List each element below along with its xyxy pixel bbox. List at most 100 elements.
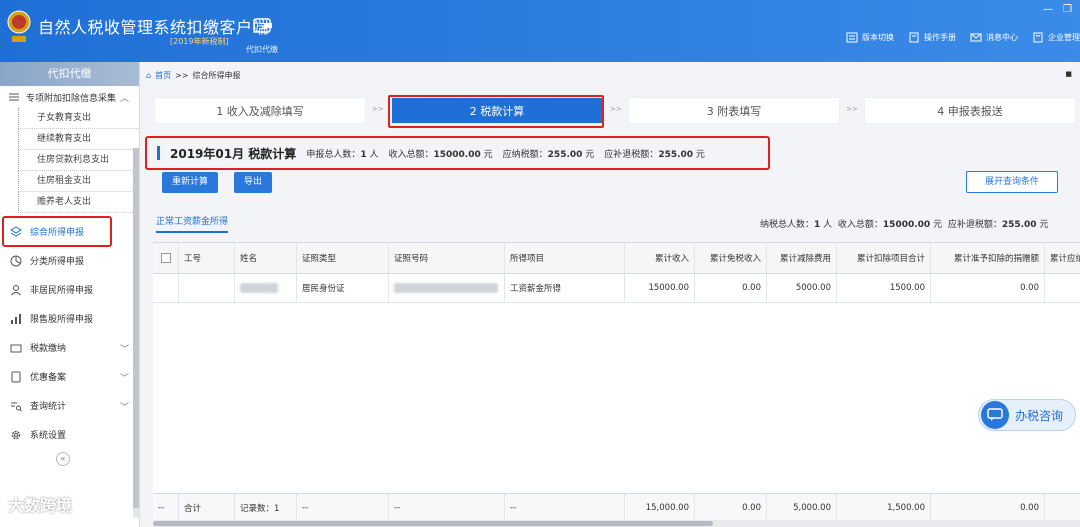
step-income-entry[interactable]: 1 收入及减除填写 bbox=[154, 97, 366, 124]
col-id-number[interactable]: 证照号码 bbox=[389, 243, 505, 273]
cell-cum-income: 15000.00 bbox=[625, 274, 695, 302]
tax-summary: 2019年01月 税款计算 申报总人数：1 人 收入总额：15000.00 元 … bbox=[145, 136, 770, 170]
user-icon bbox=[11, 284, 21, 295]
version-switch-link[interactable]: 版本切换 bbox=[846, 32, 894, 43]
table-footer: -- 合计 记录数：1 -- -- -- 15,000.00 0.00 5,00… bbox=[153, 493, 1080, 520]
module-label: 代扣代缴 bbox=[246, 45, 278, 54]
table-header: 工号 姓名 证照类型 证照号码 所得项目 累计收入 累计免税收入 累计减除费用 … bbox=[153, 243, 1080, 274]
sidebar-subitem-housing-loan[interactable]: 住房贷款利息支出 bbox=[18, 150, 139, 171]
sidebar-scrollbar[interactable] bbox=[133, 148, 139, 518]
pie-icon bbox=[10, 255, 22, 266]
sidebar-item-nonresident-income[interactable]: 非居民所得申报 bbox=[0, 275, 139, 304]
header-nav: 版本切换 操作手册 消息中心 企业管理 bbox=[846, 32, 1080, 43]
table-summary: 纳税总人数：1 人 收入总额：15000.00 元 应补退税额：255.00 元 bbox=[760, 220, 1049, 230]
search-list-icon bbox=[11, 402, 22, 411]
col-cum-income[interactable]: 累计收入 bbox=[625, 243, 695, 273]
accent-bar bbox=[157, 146, 160, 160]
home-icon: ⌂ bbox=[146, 70, 152, 80]
expand-filter-button[interactable]: 展开查询条件 bbox=[966, 171, 1059, 193]
sidebar-subitem-children-education[interactable]: 子女教育支出 bbox=[18, 108, 139, 129]
chevron-down-icon: ﹀ bbox=[119, 345, 129, 355]
collapse-sidebar-icon[interactable]: « bbox=[56, 452, 70, 466]
id-number-redacted bbox=[389, 274, 505, 302]
cell-cum-exempt: 0.00 bbox=[695, 274, 767, 302]
table-horizontal-scrollbar[interactable] bbox=[153, 520, 1080, 527]
tax-emblem-icon bbox=[7, 10, 31, 42]
cell-id-type: 居民身份证 bbox=[297, 274, 389, 302]
col-name[interactable]: 姓名 bbox=[235, 243, 297, 273]
cell-cum-deduct: 5000.00 bbox=[767, 274, 837, 302]
message-center-link[interactable]: 消息中心 bbox=[970, 32, 1018, 43]
minimize-icon[interactable]: — bbox=[1043, 4, 1053, 15]
sidebar-subitem-housing-rent[interactable]: 住房租金支出 bbox=[18, 171, 139, 192]
sidebar-item-restricted-stock[interactable]: 限售股所得申报 bbox=[0, 304, 139, 333]
col-emp-id[interactable]: 工号 bbox=[179, 243, 235, 273]
tax-refund: 应补退税额：255.00 元 bbox=[604, 149, 705, 160]
col-cum-donation[interactable]: 累计准予扣除的捐赠额 bbox=[931, 243, 1045, 273]
export-button[interactable]: 导出 bbox=[234, 172, 273, 193]
layers-icon bbox=[10, 225, 22, 237]
step-submit[interactable]: 4 申报表报送 bbox=[864, 97, 1076, 124]
app-edition-badge: [2019年新税制] bbox=[170, 37, 229, 46]
restore-icon[interactable]: ❐ bbox=[1063, 4, 1072, 15]
step-arrow-icon: >> bbox=[610, 105, 622, 113]
sidebar-item-tax-payment[interactable]: 税款缴纳 ﹀ bbox=[0, 333, 139, 362]
step-bar: 1 收入及减除填写 >> 2 税款计算 >> 3 附表填写 >> 4 申报表报送 bbox=[154, 97, 1076, 124]
footer-cum-exempt: 0.00 bbox=[695, 494, 767, 520]
sidebar-item-query-stats[interactable]: 查询统计 ﹀ bbox=[0, 391, 139, 420]
folder-icon bbox=[10, 344, 22, 352]
name-redacted bbox=[235, 274, 297, 302]
sidebar-item-system-settings[interactable]: 系统设置 bbox=[0, 420, 139, 449]
tab-menu-icon[interactable]: ■ bbox=[1065, 70, 1072, 78]
tab-normal-salary[interactable]: 正常工资薪金所得 bbox=[156, 214, 229, 233]
breadcrumb: ⌂ 首页 >> 综合所得申报 bbox=[146, 70, 241, 81]
watermark: 大数跨境 bbox=[8, 496, 73, 515]
select-all-checkbox[interactable] bbox=[153, 243, 179, 273]
col-income-item[interactable]: 所得项目 bbox=[505, 243, 625, 273]
app-header: 自然人税收管理系统扣缴客户端 [2019年新税制] 代扣代缴 — ❐ 版本切换 … bbox=[0, 0, 1080, 62]
col-id-type[interactable]: 证照类型 bbox=[297, 243, 389, 273]
footer-cum-deduct: 5,000.00 bbox=[767, 494, 837, 520]
sidebar-item-classified-income[interactable]: 分类所得申报 bbox=[0, 246, 139, 275]
bars-icon bbox=[11, 313, 21, 324]
col-cum-deduct-total[interactable]: 累计扣除项目合计 bbox=[837, 243, 931, 273]
sidebar-header: 代扣代缴 bbox=[0, 62, 139, 86]
table-row[interactable]: 居民身份证 工资薪金所得 15000.00 0.00 5000.00 1500.… bbox=[153, 274, 1080, 303]
cell-cum-deduct-total: 1500.00 bbox=[837, 274, 931, 302]
breadcrumb-current: 综合所得申报 bbox=[192, 70, 241, 80]
cell-cum-donation: 0.00 bbox=[931, 274, 1045, 302]
recalculate-button[interactable]: 重新计算 bbox=[162, 172, 219, 193]
footer-record-count: 记录数：1 bbox=[235, 494, 297, 520]
mail-icon bbox=[970, 33, 982, 42]
total-income: 收入总额：15000.00 元 bbox=[388, 149, 493, 160]
chat-icon bbox=[981, 401, 1009, 429]
app-title: 自然人税收管理系统扣缴客户端 bbox=[38, 18, 270, 37]
manual-link[interactable]: 操作手册 bbox=[908, 32, 956, 43]
breadcrumb-home[interactable]: 首页 bbox=[155, 70, 171, 81]
col-cum-deduct[interactable]: 累计减除费用 bbox=[767, 243, 837, 273]
cell-income-item: 工资薪金所得 bbox=[505, 274, 625, 302]
step-attachment[interactable]: 3 附表填写 bbox=[628, 97, 840, 124]
tax-consult-button[interactable]: 办税咨询 bbox=[978, 399, 1076, 431]
gear-icon bbox=[11, 430, 21, 439]
sidebar-item-comprehensive-income[interactable]: 综合所得申报 bbox=[0, 217, 139, 246]
sidebar-subitem-continuing-education[interactable]: 继续教育支出 bbox=[18, 129, 139, 150]
sidebar-item-preferential-filing[interactable]: 优惠备案 ﹀ bbox=[0, 362, 139, 391]
sidebar: 代扣代缴 专项附加扣除信息采集 ︿ 子女教育支出 继续教育支出 住房贷款利息支出… bbox=[0, 62, 140, 527]
enterprise-management-link[interactable]: 企业管理 bbox=[1032, 32, 1080, 43]
step-arrow-icon: >> bbox=[372, 105, 384, 113]
footer-total-label: 合计 bbox=[179, 494, 235, 520]
tax-payable: 应纳税额：255.00 元 bbox=[502, 149, 595, 160]
col-cum-payable[interactable]: 累计应纳 bbox=[1045, 243, 1080, 273]
window-controls: — ❐ bbox=[1043, 4, 1072, 15]
chevron-down-icon: ﹀ bbox=[119, 403, 129, 413]
step-arrow-icon: >> bbox=[846, 105, 858, 113]
sidebar-group-special-deduction[interactable]: 专项附加扣除信息采集 ︿ bbox=[0, 86, 139, 108]
chevron-down-icon: ﹀ bbox=[119, 374, 129, 384]
sidebar-subitem-elderly-support[interactable]: 赡养老人支出 bbox=[18, 192, 139, 213]
col-cum-exempt[interactable]: 累计免税收入 bbox=[695, 243, 767, 273]
step-tax-calculation[interactable]: 2 税款计算 bbox=[391, 97, 603, 124]
total-people: 申报总人数：1 人 bbox=[306, 149, 379, 160]
file-icon bbox=[11, 371, 21, 382]
period-label: 2019年01月 税款计算 bbox=[170, 146, 297, 161]
